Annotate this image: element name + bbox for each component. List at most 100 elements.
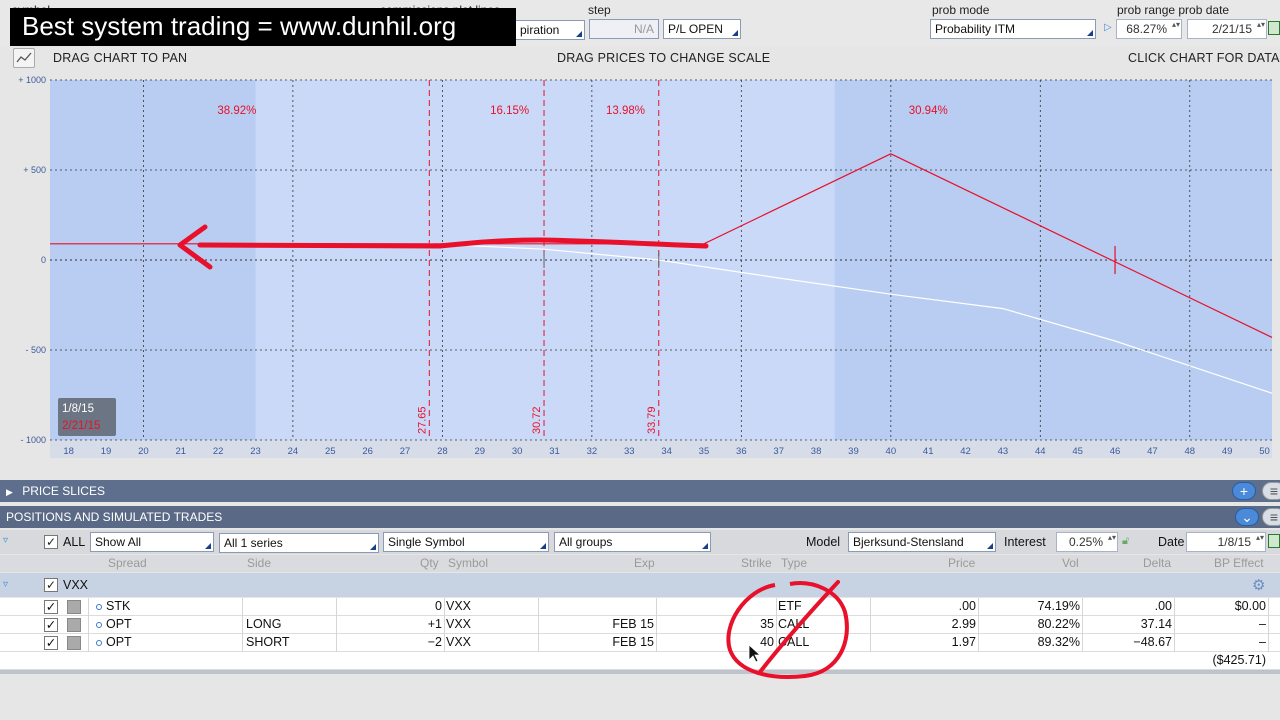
col-qty[interactable]: Qty bbox=[420, 556, 439, 570]
y-tick-label: - 500 bbox=[25, 345, 46, 355]
column-divider bbox=[1082, 634, 1083, 652]
table-row[interactable]: ✓ OPT SHORT −2 VXX FEB 15 40 CALL 1.97 89.32% −48.… bbox=[0, 634, 1280, 652]
row-indicator-icon[interactable] bbox=[96, 640, 102, 646]
group-row-vxx[interactable]: ▿ ✓ VXX ⚙ bbox=[0, 573, 1280, 597]
prob-range-label: prob range prob date bbox=[1117, 3, 1230, 17]
col-exp[interactable]: Exp bbox=[634, 556, 655, 570]
groups-select[interactable]: All groups bbox=[554, 532, 711, 552]
column-divider bbox=[978, 634, 979, 652]
x-tick-label: 29 bbox=[474, 446, 485, 457]
price-slices-section[interactable]: ▶ PRICE SLICES bbox=[0, 480, 1280, 502]
expiration-select[interactable]: piration bbox=[515, 20, 585, 40]
chart-svg[interactable]: + 1000 + 500 0 - 500 - 1000 18 19 20 21 22 23 24 25 2… bbox=[0, 70, 1280, 470]
x-tick-label: 48 bbox=[1184, 446, 1195, 457]
column-divider bbox=[336, 598, 337, 616]
y-tick-label: + 500 bbox=[23, 165, 46, 175]
x-tick-label: 44 bbox=[1035, 446, 1046, 457]
row-color-swatch[interactable] bbox=[67, 636, 81, 650]
row-checkbox[interactable]: ✓ bbox=[44, 618, 58, 632]
column-divider bbox=[1268, 598, 1269, 616]
x-tick-label: 34 bbox=[661, 446, 672, 457]
model-select[interactable]: Bjerksund-Stensland bbox=[848, 532, 996, 552]
column-divider bbox=[656, 598, 657, 616]
collapse-icon[interactable]: ⌄ bbox=[1235, 508, 1259, 526]
all-checkbox[interactable]: ✓ bbox=[44, 535, 58, 549]
cell-vol: 74.19% bbox=[1037, 599, 1080, 613]
column-divider bbox=[656, 616, 657, 634]
risk-profile-chart[interactable]: + 1000 + 500 0 - 500 - 1000 18 19 20 21 22 23 24 25 2… bbox=[0, 70, 1280, 470]
column-divider bbox=[538, 616, 539, 634]
row-checkbox[interactable]: ✓ bbox=[44, 600, 58, 614]
col-symbol[interactable]: Symbol bbox=[448, 556, 488, 570]
column-divider bbox=[444, 634, 445, 652]
table-row[interactable]: ✓ OPT LONG +1 VXX FEB 15 35 CALL 2.99 80.22% 37.14… bbox=[0, 616, 1280, 634]
row-color-swatch[interactable] bbox=[67, 600, 81, 614]
col-strike[interactable]: Strike bbox=[741, 556, 772, 570]
pl-mode-select[interactable]: P/L OPEN bbox=[663, 19, 741, 39]
column-divider bbox=[978, 598, 979, 616]
x-tick-label: 38 bbox=[811, 446, 822, 457]
cell-vol: 80.22% bbox=[1037, 617, 1080, 631]
add-slice-icon[interactable]: + bbox=[1232, 482, 1256, 500]
chevron-down-icon[interactable]: ▿ bbox=[3, 579, 8, 590]
gear-icon[interactable]: ⚙ bbox=[1252, 576, 1265, 594]
row-color-swatch[interactable] bbox=[67, 618, 81, 632]
col-vol[interactable]: Vol bbox=[1062, 556, 1079, 570]
positions-title: POSITIONS AND SIMULATED TRADES bbox=[6, 510, 223, 524]
x-tick-label: 30 bbox=[512, 446, 523, 457]
calendar-icon[interactable] bbox=[1268, 21, 1280, 35]
positions-section[interactable]: POSITIONS AND SIMULATED TRADES bbox=[0, 506, 1280, 528]
lock-icon[interactable]: 🔓︎ bbox=[1122, 535, 1129, 548]
chart-type-icon[interactable] bbox=[13, 48, 35, 68]
row-checkbox[interactable]: ✓ bbox=[44, 636, 58, 650]
cell-symbol: VXX bbox=[446, 635, 472, 649]
col-spread[interactable]: Spread bbox=[108, 556, 147, 570]
group-name: VXX bbox=[63, 578, 89, 592]
cell-strike: 40 bbox=[760, 635, 774, 649]
model-label: Model bbox=[806, 535, 841, 549]
show-select[interactable]: Show All bbox=[90, 532, 214, 552]
positions-menu-icon[interactable]: ≡ bbox=[1262, 508, 1280, 526]
click-chart-hint: CLICK CHART FOR DATA bbox=[1128, 51, 1280, 65]
drag-chart-hint: DRAG CHART TO PAN bbox=[53, 51, 188, 65]
prob-mode-select[interactable]: Probability ITM bbox=[930, 19, 1096, 39]
symbol-mode-select[interactable]: Single Symbol bbox=[383, 532, 549, 552]
row-indicator-icon[interactable] bbox=[96, 604, 102, 610]
column-divider bbox=[336, 616, 337, 634]
interest-stepper[interactable]: 0.25% bbox=[1056, 532, 1118, 552]
prob-range-stepper[interactable]: 68.27% bbox=[1116, 19, 1182, 39]
column-divider bbox=[1268, 616, 1269, 634]
probability-label: 38.92% bbox=[217, 105, 256, 117]
x-tick-label: 35 bbox=[699, 446, 710, 457]
play-icon[interactable]: ▷ bbox=[1104, 22, 1112, 33]
col-price[interactable]: Price bbox=[948, 556, 975, 570]
step-field[interactable]: N/A bbox=[589, 19, 659, 39]
price-slice-label: 33.79 bbox=[646, 406, 658, 434]
col-side[interactable]: Side bbox=[247, 556, 271, 570]
x-tick-label: 43 bbox=[998, 446, 1009, 457]
col-type[interactable]: Type bbox=[781, 556, 807, 570]
x-tick-label: 25 bbox=[325, 446, 336, 457]
series-select[interactable]: All 1 series bbox=[219, 533, 379, 553]
probability-label: 30.94% bbox=[909, 105, 948, 117]
table-row[interactable]: ✓ STK 0 VXX ETF .00 74.19% .00 $0.00 bbox=[0, 598, 1280, 616]
cell-qty: 0 bbox=[435, 599, 442, 613]
col-delta[interactable]: Delta bbox=[1143, 556, 1171, 570]
column-divider bbox=[1082, 598, 1083, 616]
chevron-down-icon[interactable]: ▿ bbox=[3, 535, 8, 546]
expand-arrow-icon[interactable]: ▶ bbox=[6, 487, 13, 497]
group-checkbox[interactable]: ✓ bbox=[44, 578, 58, 592]
row-indicator-icon[interactable] bbox=[96, 622, 102, 628]
column-divider bbox=[870, 634, 871, 652]
x-tick-label: 31 bbox=[549, 446, 560, 457]
col-bp-effect[interactable]: BP Effect bbox=[1214, 556, 1264, 570]
calendar-icon[interactable] bbox=[1268, 534, 1280, 548]
column-divider bbox=[776, 616, 777, 634]
cell-qty: +1 bbox=[427, 617, 442, 631]
column-divider bbox=[870, 616, 871, 634]
cell-exp: FEB 15 bbox=[612, 617, 654, 631]
date-stepper[interactable]: 1/8/15 bbox=[1186, 532, 1266, 552]
prob-date-stepper[interactable]: 2/21/15 bbox=[1187, 19, 1267, 39]
menu-icon[interactable]: ≡ bbox=[1262, 482, 1280, 500]
cell-symbol: VXX bbox=[446, 599, 472, 613]
